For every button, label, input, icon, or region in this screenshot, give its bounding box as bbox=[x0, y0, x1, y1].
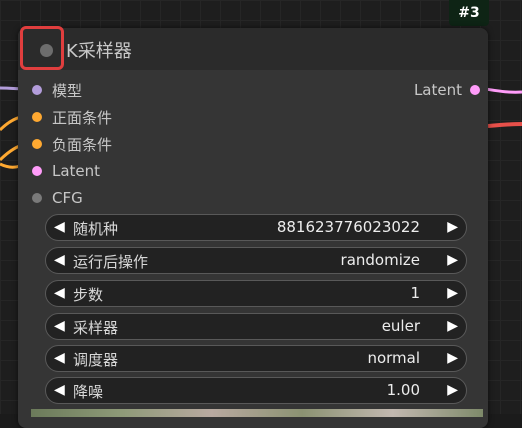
input-slot-positive[interactable]: 正面条件 bbox=[32, 107, 112, 127]
decrement-arrow-icon[interactable]: ◀ bbox=[54, 382, 65, 398]
decrement-arrow-icon[interactable]: ◀ bbox=[54, 252, 65, 268]
output-slot-latent[interactable]: Latent bbox=[414, 80, 480, 100]
node-title-bar[interactable]: K采样器 bbox=[18, 26, 488, 70]
input-slot-cfg[interactable]: CFG bbox=[32, 188, 83, 208]
input-label-positive: 正面条件 bbox=[52, 108, 113, 127]
ksampler-node[interactable]: K采样器 模型 正面条件 负面条件 Latent CFG Latent ◀ 随机… bbox=[18, 26, 488, 428]
decrement-arrow-icon[interactable]: ◀ bbox=[54, 285, 65, 301]
input-slot-model[interactable]: 模型 bbox=[32, 80, 82, 100]
widget-sampler[interactable]: ◀ 采样器 euler ▶ bbox=[45, 313, 467, 340]
input-label-cfg: CFG bbox=[52, 189, 83, 207]
positive-slot-dot-icon[interactable] bbox=[32, 112, 42, 122]
input-label-model: 模型 bbox=[52, 81, 83, 100]
widget-value-sampler[interactable]: euler bbox=[382, 317, 420, 335]
link-negative-2 bbox=[0, 162, 21, 169]
input-slot-latent[interactable]: Latent bbox=[32, 161, 100, 181]
widget-label-denoise: 降噪 bbox=[73, 383, 104, 401]
decrement-arrow-icon[interactable]: ◀ bbox=[54, 318, 65, 334]
widget-value-scheduler[interactable]: normal bbox=[367, 349, 420, 367]
increment-arrow-icon[interactable]: ▶ bbox=[447, 382, 458, 398]
link-red-out bbox=[487, 122, 522, 128]
output-label-latent: Latent bbox=[413, 81, 462, 99]
widget-label-control: 运行后操作 bbox=[73, 253, 149, 271]
widget-value-control[interactable]: randomize bbox=[341, 251, 420, 269]
widget-label-steps: 步数 bbox=[73, 286, 104, 304]
increment-arrow-icon[interactable]: ▶ bbox=[447, 318, 458, 334]
input-slot-negative[interactable]: 负面条件 bbox=[32, 134, 112, 154]
widget-seed[interactable]: ◀ 随机种 881623776023022 ▶ bbox=[45, 214, 467, 241]
increment-arrow-icon[interactable]: ▶ bbox=[447, 252, 458, 268]
widget-label-seed: 随机种 bbox=[73, 220, 119, 238]
node-id-badge: #3 bbox=[449, 0, 489, 26]
widget-scheduler[interactable]: ◀ 调度器 normal ▶ bbox=[45, 345, 467, 372]
increment-arrow-icon[interactable]: ▶ bbox=[447, 285, 458, 301]
widget-value-denoise[interactable]: 1.00 bbox=[387, 381, 420, 399]
widget-value-steps[interactable]: 1 bbox=[410, 284, 420, 302]
widget-label-sampler: 采样器 bbox=[73, 319, 119, 337]
model-slot-dot-icon[interactable] bbox=[32, 85, 42, 95]
decrement-arrow-icon[interactable]: ◀ bbox=[54, 350, 65, 366]
decrement-arrow-icon[interactable]: ◀ bbox=[54, 219, 65, 235]
increment-arrow-icon[interactable]: ▶ bbox=[447, 350, 458, 366]
cfg-slot-dot-icon[interactable] bbox=[32, 193, 42, 203]
image-preview bbox=[31, 409, 483, 417]
increment-arrow-icon[interactable]: ▶ bbox=[447, 219, 458, 235]
negative-slot-dot-icon[interactable] bbox=[32, 139, 42, 149]
widget-steps[interactable]: ◀ 步数 1 ▶ bbox=[45, 280, 467, 307]
input-label-latent: Latent bbox=[52, 162, 101, 180]
latent-output-dot-icon[interactable] bbox=[470, 85, 480, 95]
input-label-negative: 负面条件 bbox=[52, 135, 113, 154]
latent-slot-dot-icon[interactable] bbox=[32, 166, 42, 176]
widget-denoise[interactable]: ◀ 降噪 1.00 ▶ bbox=[45, 377, 467, 404]
node-title: K采样器 bbox=[66, 41, 132, 62]
collapse-toggle-highlight bbox=[20, 26, 64, 70]
widget-value-seed[interactable]: 881623776023022 bbox=[277, 218, 420, 236]
widget-control-after-generate[interactable]: ◀ 运行后操作 randomize ▶ bbox=[45, 247, 467, 274]
widget-label-scheduler: 调度器 bbox=[73, 351, 119, 369]
